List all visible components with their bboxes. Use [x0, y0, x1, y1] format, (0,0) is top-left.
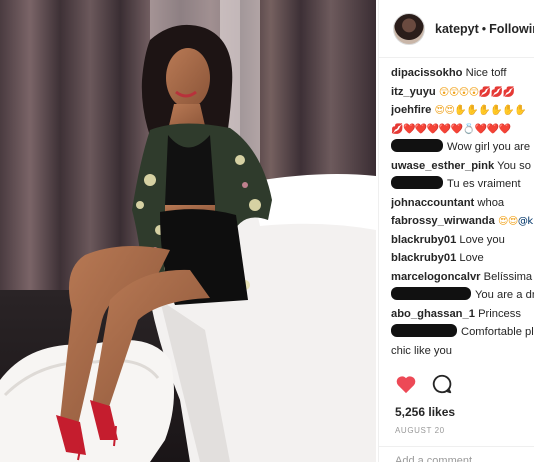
- comment-row: marcelogoncalvr Belíssima: [391, 268, 534, 287]
- post-sidebar: katepyt•Following dipacissokho Nice toff…: [378, 0, 534, 462]
- comment-username[interactable]: johnaccountant: [391, 197, 474, 209]
- comment-text: 😍😍@k: [497, 216, 533, 227]
- comment-username[interactable]: dipacissokho: [391, 67, 463, 79]
- post-header: katepyt•Following: [379, 0, 534, 58]
- comment-username[interactable]: fabrossy_wirwanda: [391, 215, 495, 227]
- comment-row: 💋❤️❤️❤️❤️❤️💍❤️❤️❤️: [391, 120, 534, 139]
- header-separator: •: [481, 21, 487, 36]
- comment-text: Comfortable pl: [461, 326, 534, 338]
- comment-row: dipacissokho Nice toff: [391, 64, 534, 83]
- comment-text: You are a dr: [475, 289, 534, 301]
- comment-row: Tu es vraiment: [391, 175, 534, 194]
- comment-row: uwase_esther_pink You so c: [391, 157, 534, 176]
- post-date: AUGUST 20: [395, 426, 445, 435]
- comment-row: joehfire 😍😍✋✋✋✋✋✋: [391, 101, 534, 120]
- comment-username[interactable]: blackruby01: [391, 234, 456, 246]
- comment-username[interactable]: joehfire: [391, 104, 431, 116]
- add-comment-input[interactable]: Add a comment...: [379, 446, 534, 462]
- action-bar: [395, 374, 534, 398]
- header-text: katepyt•Following: [435, 22, 534, 36]
- comment-text: Tu es vraiment: [447, 178, 521, 190]
- comment-text: Wow girl you are: [447, 141, 531, 153]
- comment-row: itz_yuyu 😲😲😲😲💋💋💋: [391, 83, 534, 102]
- comment-text: You so c: [497, 159, 534, 172]
- comment-row: abo_ghassan_1 Princess: [391, 305, 534, 324]
- comment-username[interactable]: uwase_esther_pink: [391, 160, 494, 172]
- redacted-username: [391, 176, 443, 189]
- comment-text: whoa: [477, 196, 505, 209]
- photo-illustration: [0, 0, 376, 462]
- heart-icon[interactable]: [395, 374, 417, 399]
- likes-count[interactable]: 5,256 likes: [395, 405, 455, 419]
- redacted-username: [391, 287, 471, 300]
- comment-text: Princess: [478, 307, 521, 320]
- redacted-username: [391, 139, 443, 152]
- post-photo[interactable]: [0, 0, 376, 462]
- comment-bubble-icon[interactable]: [431, 373, 453, 400]
- comment-text: Love: [459, 252, 484, 264]
- comment-row: fabrossy_wirwanda 😍😍@k: [391, 212, 534, 231]
- avatar[interactable]: [393, 12, 425, 45]
- comment-row: blackruby01 Love: [391, 249, 534, 268]
- comment-username[interactable]: abo_ghassan_1: [391, 308, 475, 320]
- comment-text: 💋❤️❤️❤️❤️❤️💍❤️❤️❤️: [391, 123, 511, 135]
- redacted-username: [391, 324, 457, 337]
- comment-list: dipacissokho Nice toff itz_yuyu 😲😲😲😲💋💋💋 jo…: [391, 64, 534, 360]
- profile-username[interactable]: katepyt: [435, 22, 479, 36]
- comment-text: Love you: [459, 233, 505, 246]
- comment-username[interactable]: blackruby01: [391, 252, 456, 264]
- comment-text: chic like you: [391, 344, 452, 357]
- comment-row: johnaccountant whoa: [391, 194, 534, 213]
- comment-text: 😍😍✋✋✋✋✋✋: [434, 105, 527, 116]
- comment-row: Comfortable pl: [391, 323, 534, 342]
- comment-row: chic like you: [391, 342, 534, 361]
- comment-username[interactable]: itz_yuyu: [391, 86, 436, 98]
- comment-text: 😲😲😲😲💋💋💋: [438, 86, 515, 98]
- comment-row: You are a dr: [391, 286, 534, 305]
- comment-row: blackruby01 Love you: [391, 231, 534, 250]
- comment-row: Wow girl you are: [391, 138, 534, 157]
- following-button[interactable]: Following: [489, 22, 534, 36]
- comment-text: Belíssima: [483, 270, 533, 283]
- comment-username[interactable]: marcelogoncalvr: [391, 271, 481, 283]
- comment-text: Nice toff: [465, 67, 507, 79]
